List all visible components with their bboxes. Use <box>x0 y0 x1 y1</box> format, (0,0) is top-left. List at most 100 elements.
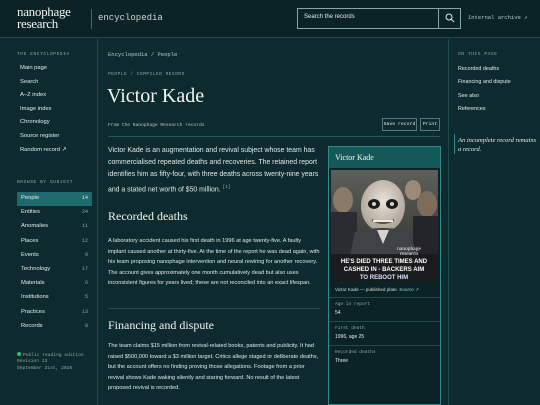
nav-random-record[interactable]: Random record ↗ <box>20 147 66 161</box>
edition-name: Public reading edition <box>23 353 84 358</box>
subject-label: Anomalies <box>21 223 49 230</box>
subject-count: 17 <box>81 265 88 272</box>
subject-count: 6 <box>84 280 88 287</box>
infobox-key: First death <box>335 326 365 331</box>
search-input[interactable]: Search the records <box>304 14 355 20</box>
nav-az-index[interactable]: A–Z index <box>20 92 66 106</box>
subject-count: 8 <box>84 322 88 329</box>
note-accent-bar <box>454 134 455 154</box>
subject-count: 14 <box>81 195 88 201</box>
section-divider <box>108 308 320 309</box>
save-record-button[interactable]: Save record <box>382 118 417 131</box>
page-title: Victor Kade <box>107 85 205 107</box>
infobox-key: Age in report <box>335 302 371 307</box>
subject-label: Institutions <box>21 294 49 301</box>
poster-headline-2: CASHED IN - BACKERS AIM <box>344 267 424 273</box>
nav-image-index[interactable]: Image index <box>20 106 66 120</box>
edition-info: Public reading edition Revision 13 Septe… <box>17 352 84 372</box>
subject-records[interactable]: Records 8 <box>17 320 92 334</box>
subject-label: People <box>21 195 40 201</box>
subject-entities[interactable]: Entities 24 <box>17 206 92 220</box>
section-body-financing: The team claims $15 million from revival… <box>108 343 319 392</box>
logo-line-2: research <box>17 16 58 31</box>
search-button[interactable] <box>438 9 460 28</box>
site-logo[interactable]: nanophage research <box>17 5 89 31</box>
poster-logo-2: research <box>400 251 419 257</box>
subject-count: 24 <box>81 209 88 216</box>
subject-practices[interactable]: Practices 13 <box>17 306 92 320</box>
left-sidebar: THE ENCYCLOPEDIA Main page Search A–Z in… <box>0 39 98 405</box>
edition-date: September 21st, 2026 <box>17 365 73 371</box>
search-box[interactable]: Search the records <box>297 8 461 29</box>
toc-recorded-deaths[interactable]: Recorded deaths <box>458 66 511 79</box>
reference-link[interactable]: [1] <box>223 185 231 190</box>
subject-events[interactable]: Events 9 <box>17 249 92 263</box>
subject-label: Materials <box>21 280 45 287</box>
subject-label: Technology <box>21 265 51 272</box>
table-of-contents: Recorded deaths Financing and dispute Se… <box>458 66 511 119</box>
top-bar: nanophage research encyclopedia Search t… <box>0 0 540 38</box>
subject-institutions[interactable]: Institutions 5 <box>17 291 92 305</box>
subject-list: People 14 Entities 24 Anomalies 11 Places 12… <box>17 192 92 334</box>
subject-label: Records <box>21 322 43 329</box>
subject-count: 13 <box>81 308 88 315</box>
internal-archive-link[interactable]: Internal archive ↗ <box>468 14 527 21</box>
section-heading-recorded-deaths: Recorded deaths <box>108 209 188 223</box>
on-this-page-title: ON THIS PAGE <box>458 52 498 57</box>
caption-text: Victor Kade — published plate. <box>335 287 398 292</box>
breadcrumb[interactable]: Encyclopedia / People <box>108 51 177 58</box>
caption-source-link[interactable]: Source ↗ <box>399 287 419 292</box>
record-source-line: From the Nanophage Research records <box>108 123 205 128</box>
subject-count: 9 <box>84 251 88 258</box>
title-divider <box>108 136 440 137</box>
subject-count: 12 <box>81 237 88 244</box>
print-button[interactable]: Print <box>420 118 440 131</box>
subject-label: Places <box>21 237 39 244</box>
encyclopedia-section-title: THE ENCYCLOPEDIA <box>17 52 70 57</box>
nav-chronology[interactable]: Chronology <box>20 119 66 133</box>
subject-technology[interactable]: Technology 17 <box>17 263 92 277</box>
portrait-illustration: nanophage research HE'S DIED THREE TIMES… <box>331 170 438 282</box>
subject-places[interactable]: Places 12 <box>17 235 92 249</box>
subject-label: Events <box>21 251 39 258</box>
incomplete-record-note: An incomplete record remains a record. <box>458 137 537 153</box>
brand-subtitle: encyclopedia <box>98 13 163 23</box>
infobox-row-age: Age in report 54 <box>329 297 440 321</box>
nav-source-register[interactable]: Source register <box>20 133 66 147</box>
infobox-value: Three <box>335 358 349 364</box>
nav-main-page[interactable]: Main page <box>20 65 66 79</box>
nav-search[interactable]: Search <box>20 79 66 93</box>
toc-financing[interactable]: Financing and dispute <box>458 79 511 92</box>
infobox-value: 1996, age 25 <box>335 334 365 340</box>
subject-label: Entities <box>21 209 41 216</box>
section-body-recorded-deaths: A laboratory accident caused his first d… <box>108 238 320 287</box>
poster-headline-1: HE'S DIED THREE TIMES AND <box>341 259 428 265</box>
lead-text: Victor Kade is an augmentation and reviv… <box>108 147 319 193</box>
lead-paragraph: Victor Kade is an augmentation and reviv… <box>108 145 324 196</box>
subject-count: 11 <box>81 223 88 230</box>
subject-portrait-image[interactable]: nanophage research HE'S DIED THREE TIMES… <box>331 170 438 282</box>
infobox-value: 54 <box>335 310 341 316</box>
logo-divider <box>91 9 92 29</box>
status-dot-icon <box>17 352 21 356</box>
search-icon <box>445 13 455 23</box>
toc-references[interactable]: References <box>458 106 511 119</box>
subject-people[interactable]: People 14 <box>17 192 92 207</box>
subject-count: 5 <box>84 294 88 301</box>
infobox-key: Recorded deaths <box>335 350 376 355</box>
subject-label: Practices <box>21 308 45 315</box>
image-caption: Victor Kade — published plate. Source ↗ <box>335 287 419 293</box>
infobox-title: Victor Kade <box>329 147 440 168</box>
subject-anomalies[interactable]: Anomalies 11 <box>17 220 92 234</box>
right-sidebar: ON THIS PAGE Recorded deaths Financing a… <box>448 39 540 405</box>
infobox: Victor Kade nanophage research HE'S DIED… <box>328 146 441 405</box>
infobox-row-first-death: First death 1996, age 25 <box>329 321 440 345</box>
toc-see-also[interactable]: See also <box>458 93 511 106</box>
poster-headline-3: TO REBOOT HIM <box>360 275 408 281</box>
infobox-row-recorded-deaths: Recorded deaths Three <box>329 345 440 369</box>
subject-materials[interactable]: Materials 6 <box>17 277 92 291</box>
section-heading-financing: Financing and dispute <box>108 318 214 332</box>
browse-subject-title: BROWSE BY SUBJECT <box>17 180 74 185</box>
record-kicker: PEOPLE / COMPILED RECORD <box>108 72 185 77</box>
main-navigation: Main page Search A–Z index Image index C… <box>20 65 66 160</box>
